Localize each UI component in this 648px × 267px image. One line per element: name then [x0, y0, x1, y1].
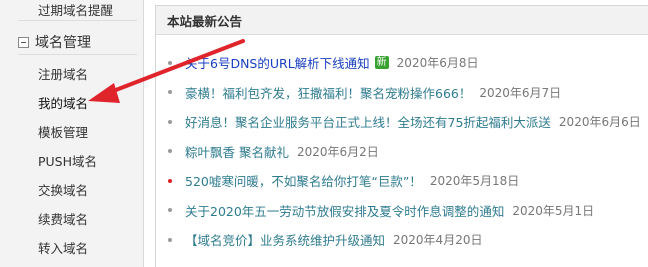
panel-header: 本站最新公告: [156, 6, 648, 35]
list-item: 520嘘寒问暖，不如聚名给你打笔“巨款”！ 2020年5月18日: [168, 166, 648, 196]
sidebar: 过期域名提醒 域名管理 注册域名 我的域名 模板管理 PUSH域名 交换域名 续…: [0, 0, 144, 267]
sidebar-item-expired-domain-alert[interactable]: 过期域名提醒: [38, 0, 113, 19]
announcement-link[interactable]: 520嘘寒问暖，不如聚名给你打笔“巨款”！: [185, 171, 422, 190]
bullet-icon: [168, 60, 172, 65]
bullet-icon: [168, 178, 172, 183]
list-item: 粽叶飘香 聚名献礼 2020年6月2日: [168, 137, 648, 167]
sidebar-item-push-domain[interactable]: PUSH域名: [38, 151, 97, 170]
list-item: 关于6号DNS的URL解析下线通知 新 2020年6月8日: [168, 48, 648, 78]
announcement-link[interactable]: 【域名竞价】业务系统维护升级通知: [185, 230, 385, 249]
announcement-date: 2020年6月8日: [396, 56, 479, 71]
announcement-date: 2020年5月1日: [512, 203, 595, 218]
announcement-link[interactable]: 粽叶飘香 聚名献礼: [185, 142, 289, 161]
announcement-link[interactable]: 豪横！福利包齐发，狂撒福利！聚名宠粉操作666！: [185, 83, 471, 102]
list-item: 好消息！聚名企业服务平台正式上线！全场还有75折起福利大派送 2020年6月6日: [168, 107, 648, 137]
panel-title: 本站最新公告: [167, 13, 243, 29]
list-item: 关于2020年五一劳动节放假安排及夏令时作息调整的通知 2020年5月1日: [168, 196, 648, 226]
bullet-icon: [168, 237, 172, 242]
announcement-link[interactable]: 关于6号DNS的URL解析下线通知: [185, 53, 370, 72]
sidebar-item-transfer-in-domain[interactable]: 转入域名: [38, 238, 88, 257]
list-item: 【域名竞价】业务系统维护升级通知 2020年4月20日: [168, 225, 648, 255]
sidebar-item-register-domain[interactable]: 注册域名: [38, 64, 88, 83]
announcement-link[interactable]: 关于2020年五一劳动节放假安排及夏令时作息调整的通知: [185, 201, 504, 220]
sidebar-item-template-management[interactable]: 模板管理: [38, 122, 88, 141]
announcement-date: 2020年6月6日: [558, 115, 641, 130]
bullet-icon: [168, 149, 172, 154]
sidebar-group-domain-management[interactable]: 域名管理: [18, 31, 91, 53]
sidebar-item-renew-domain[interactable]: 续费域名: [38, 209, 88, 228]
bullet-icon: [168, 90, 172, 95]
sidebar-item-my-domains[interactable]: 我的域名: [38, 93, 88, 112]
new-badge: 新: [374, 56, 389, 70]
bullet-icon: [168, 208, 172, 213]
sidebar-item-exchange-domain[interactable]: 交换域名: [38, 180, 88, 199]
announcement-date: 2020年4月20日: [393, 233, 483, 248]
announcement-date: 2020年6月2日: [296, 144, 379, 159]
collapse-icon[interactable]: [18, 36, 29, 48]
sidebar-divider: [18, 20, 137, 21]
announcements-panel: 本站最新公告 关于6号DNS的URL解析下线通知 新 2020年6月8日 豪横！…: [155, 5, 648, 267]
sidebar-group-divider: [18, 54, 137, 55]
announcement-date: 2020年6月7日: [479, 85, 562, 100]
bullet-icon: [168, 119, 172, 124]
announcement-link[interactable]: 好消息！聚名企业服务平台正式上线！全场还有75折起福利大派送: [185, 112, 551, 131]
list-item: 豪横！福利包齐发，狂撒福利！聚名宠粉操作666！ 2020年6月7日: [168, 78, 648, 108]
sidebar-group-title: 域名管理: [35, 35, 91, 51]
announcement-list: 关于6号DNS的URL解析下线通知 新 2020年6月8日 豪横！福利包齐发，狂…: [168, 48, 648, 255]
announcement-date: 2020年5月18日: [429, 174, 520, 189]
